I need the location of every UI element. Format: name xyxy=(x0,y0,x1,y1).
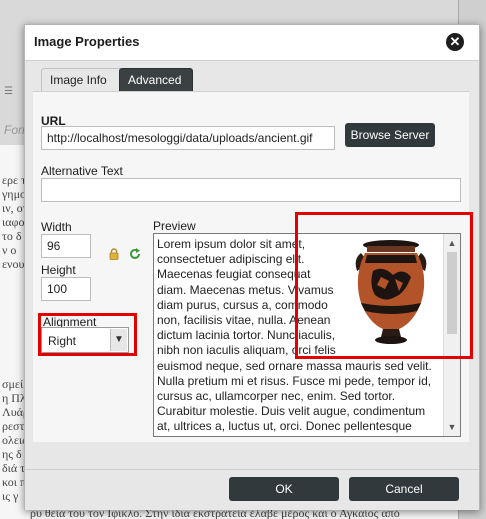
toolbar-list-icon: ☰ xyxy=(4,86,13,97)
ok-button[interactable]: OK xyxy=(229,477,339,501)
url-input[interactable] xyxy=(41,126,335,150)
close-icon[interactable]: ✕ xyxy=(446,33,464,51)
background-text-line: κοι π xyxy=(2,475,27,489)
dialog-titlebar[interactable]: Image Properties ✕ xyxy=(25,25,479,61)
background-text-line: το δ xyxy=(2,229,22,243)
background-text-line: γημο xyxy=(2,187,27,201)
preview-scrollbar[interactable]: ▲ ▼ xyxy=(443,234,460,436)
background-text-line: ις γ xyxy=(2,489,19,503)
reset-size-icon[interactable] xyxy=(129,248,141,260)
preview-text-container: Lorem ipsum dolor sit amet, consectetuer… xyxy=(157,237,441,436)
dialog-title: Image Properties xyxy=(34,34,140,49)
alignment-select[interactable]: Right ▼ xyxy=(41,327,129,353)
width-input[interactable] xyxy=(41,234,91,258)
background-text-line: ν ο xyxy=(2,243,17,257)
ancient-vase-image xyxy=(343,237,439,347)
alignment-value: Right xyxy=(48,334,77,348)
background-text-line: ενου xyxy=(2,257,25,271)
preview-box[interactable]: Lorem ipsum dolor sit amet, consectetuer… xyxy=(153,233,461,437)
background-text-line: η Πλ xyxy=(2,391,26,405)
browse-server-button[interactable]: Browse Server xyxy=(345,123,435,147)
background-text-line: σμεί xyxy=(2,377,24,391)
height-label: Height xyxy=(41,263,76,277)
width-label: Width xyxy=(41,220,72,234)
background-text-line: ρεστ xyxy=(2,419,25,433)
tab-image-info[interactable]: Image Info xyxy=(41,68,123,93)
chevron-up-icon[interactable]: ▲ xyxy=(444,236,460,250)
cancel-button[interactable]: Cancel xyxy=(349,477,459,501)
image-properties-dialog: Image Properties ✕ Image Info Advanced U… xyxy=(24,24,480,510)
chevron-down-icon[interactable]: ▼ xyxy=(444,420,460,434)
height-input[interactable] xyxy=(41,277,91,301)
lock-icon[interactable] xyxy=(109,248,119,260)
background-text-line: ιαφο xyxy=(2,215,25,229)
chevron-down-icon[interactable]: ▼ xyxy=(110,329,127,351)
alt-text-input[interactable] xyxy=(41,178,461,202)
background-text-line: διά τ xyxy=(2,461,25,475)
background-text-line: ης δ xyxy=(2,447,22,461)
preview-label: Preview xyxy=(153,219,196,233)
alt-text-label: Alternative Text xyxy=(41,164,123,178)
preview-scroll-thumb[interactable] xyxy=(447,252,457,334)
tab-advanced[interactable]: Advanced xyxy=(119,68,193,92)
